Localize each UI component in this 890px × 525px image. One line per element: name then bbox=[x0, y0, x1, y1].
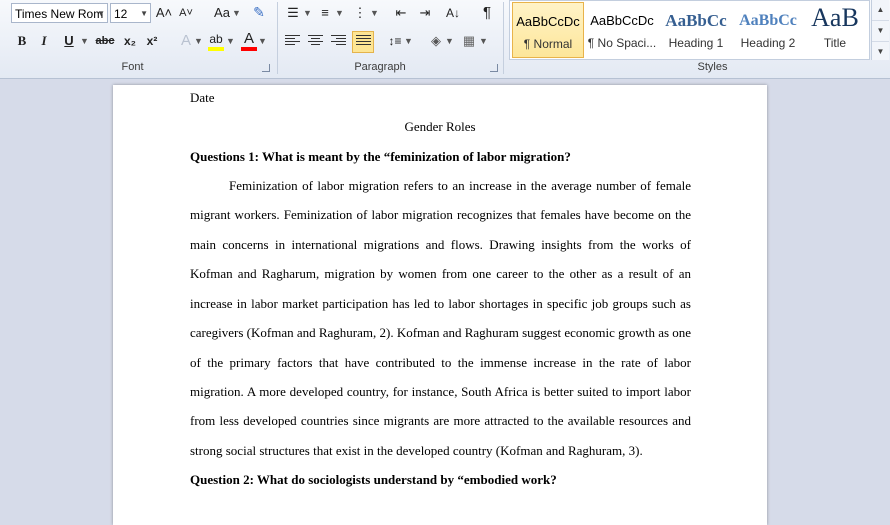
paragraph-line: Kofman and Ragharum, migration by women … bbox=[190, 266, 691, 281]
chevron-down-icon[interactable]: ▼ bbox=[194, 31, 203, 51]
chevron-down-icon[interactable]: ▼ bbox=[872, 21, 889, 42]
italic-button[interactable]: I bbox=[35, 31, 53, 51]
styles-group-label: Styles bbox=[697, 61, 728, 73]
style-name: Heading 1 bbox=[668, 36, 724, 50]
chevron-up-icon[interactable]: ▲ bbox=[872, 0, 889, 21]
line-spacing-button[interactable]: ↕≡ bbox=[386, 31, 404, 51]
paragraph-dialog-launcher-icon[interactable] bbox=[490, 64, 498, 72]
style-name: Heading 2 bbox=[740, 36, 796, 50]
style-heading-2[interactable]: AaBbCc Heading 2 bbox=[732, 2, 804, 58]
center-button[interactable] bbox=[308, 35, 323, 49]
chevron-down-icon[interactable]: ▼ bbox=[232, 3, 241, 23]
highlight-color-bar bbox=[208, 47, 224, 51]
ribbon: Times New Rom ▼ 12 ▼ A˄ A˅ Aa ▼ ✎ B I U … bbox=[0, 0, 890, 79]
change-case-button[interactable]: Aa bbox=[210, 3, 234, 23]
chevron-down-icon[interactable]: ▼ bbox=[80, 31, 89, 51]
paragraph-line: Feminization of labor migration refers t… bbox=[229, 178, 691, 193]
sort-button[interactable]: A↓ bbox=[444, 3, 462, 23]
style-no-spacing[interactable]: AaBbCcDc ¶ No Spaci... bbox=[586, 2, 658, 58]
style-sample: AaBbCc bbox=[739, 12, 797, 29]
subscript-button[interactable]: x₂ bbox=[120, 31, 140, 51]
more-styles-icon[interactable]: ▼ bbox=[872, 42, 889, 62]
decrease-indent-button[interactable]: ⇤ bbox=[392, 3, 410, 23]
show-formatting-marks-button[interactable]: ¶ bbox=[478, 3, 496, 23]
chevron-down-icon[interactable]: ▼ bbox=[404, 31, 413, 51]
font-group-label: Font bbox=[121, 61, 144, 73]
style-heading-1[interactable]: AaBbCc Heading 1 bbox=[660, 2, 732, 58]
bold-button[interactable]: B bbox=[13, 31, 31, 51]
text-effects-button[interactable]: A bbox=[177, 31, 195, 51]
font-color-button[interactable]: A bbox=[240, 29, 258, 51]
styles-gallery-scroller[interactable]: ▲ ▼ ▼ bbox=[871, 0, 889, 60]
date-line: Date bbox=[190, 90, 215, 105]
font-size-value: 12 bbox=[114, 7, 128, 21]
align-right-button[interactable] bbox=[331, 35, 346, 49]
paragraph-line: from less developed countries since migr… bbox=[190, 413, 691, 428]
underline-button[interactable]: U bbox=[60, 31, 78, 51]
font-dialog-launcher-icon[interactable] bbox=[262, 64, 270, 72]
clear-formatting-button[interactable]: ✎ bbox=[249, 2, 269, 22]
chevron-down-icon[interactable]: ▼ bbox=[140, 4, 148, 24]
font-size-combo[interactable]: 12 ▼ bbox=[110, 3, 151, 23]
align-left-button[interactable] bbox=[285, 35, 300, 49]
chevron-down-icon[interactable]: ▼ bbox=[479, 31, 488, 51]
divider bbox=[503, 2, 504, 74]
paragraph-line: migration. A more developed country, for… bbox=[190, 384, 691, 399]
style-sample: AaB bbox=[811, 3, 859, 32]
paragraph-line: main concerns in international migration… bbox=[190, 237, 691, 252]
styles-gallery: AaBbCcDc ¶ Normal AaBbCcDc ¶ No Spaci...… bbox=[509, 0, 870, 60]
paragraph-line: migrant workers. Feminization of labor m… bbox=[190, 207, 691, 222]
strikethrough-button[interactable]: abc bbox=[92, 31, 118, 51]
shading-button[interactable]: ◈ bbox=[427, 31, 445, 51]
question-2-heading: Question 2: What do sociologists underst… bbox=[190, 472, 557, 487]
paragraph-group-label: Paragraph bbox=[354, 61, 406, 73]
paragraph-line: strong social structures that exist in t… bbox=[190, 443, 643, 458]
numbering-button[interactable]: ≡ bbox=[316, 3, 334, 23]
shrink-font-button[interactable]: A˅ bbox=[177, 3, 195, 23]
chevron-down-icon[interactable]: ▼ bbox=[335, 3, 344, 23]
borders-button[interactable]: ▦ bbox=[460, 31, 478, 51]
style-sample: AaBbCcDc bbox=[590, 13, 654, 28]
multilevel-list-button[interactable]: ⋮ bbox=[351, 3, 369, 23]
superscript-button[interactable]: x² bbox=[142, 31, 162, 51]
highlighter-icon: ab bbox=[209, 32, 223, 46]
increase-indent-button[interactable]: ⇥ bbox=[416, 3, 434, 23]
chevron-down-icon[interactable]: ▼ bbox=[226, 31, 235, 51]
style-name: ¶ Normal bbox=[523, 37, 573, 51]
style-title[interactable]: AaB Title bbox=[802, 2, 868, 58]
font-name-value: Times New Rom bbox=[15, 7, 104, 21]
chevron-down-icon[interactable]: ▼ bbox=[97, 4, 105, 24]
font-color-bar bbox=[241, 47, 257, 51]
font-color-icon: A bbox=[243, 30, 254, 47]
style-normal[interactable]: AaBbCcDc ¶ Normal bbox=[512, 2, 584, 58]
grow-font-button[interactable]: A˄ bbox=[155, 3, 173, 23]
style-sample: AaBbCc bbox=[665, 11, 727, 30]
paragraph-line: increase in labor market participation h… bbox=[190, 296, 691, 311]
document-page[interactable]: Date Gender Roles Questions 1: What is m… bbox=[113, 85, 767, 525]
document-title: Gender Roles bbox=[404, 119, 476, 134]
justify-button[interactable] bbox=[352, 31, 374, 53]
highlight-button[interactable]: ab bbox=[207, 29, 225, 51]
chevron-down-icon[interactable]: ▼ bbox=[303, 3, 312, 23]
divider bbox=[277, 2, 278, 74]
style-name: Title bbox=[823, 36, 847, 50]
bullets-button[interactable]: ☰ bbox=[284, 3, 302, 23]
chevron-down-icon[interactable]: ▼ bbox=[370, 3, 379, 23]
question-1-heading: Questions 1: What is meant by the “femin… bbox=[190, 149, 571, 164]
chevron-down-icon[interactable]: ▼ bbox=[258, 31, 267, 51]
paragraph-line: of the primary factors that have contrib… bbox=[190, 355, 691, 370]
chevron-down-icon[interactable]: ▼ bbox=[445, 31, 454, 51]
font-name-combo[interactable]: Times New Rom ▼ bbox=[11, 3, 108, 23]
style-name: ¶ No Spaci... bbox=[587, 36, 657, 50]
justify-icon bbox=[356, 35, 371, 49]
style-sample: AaBbCcDc bbox=[516, 14, 580, 29]
paragraph-line: caregivers (Kofman and Raghuram, 2). Kof… bbox=[190, 325, 691, 340]
